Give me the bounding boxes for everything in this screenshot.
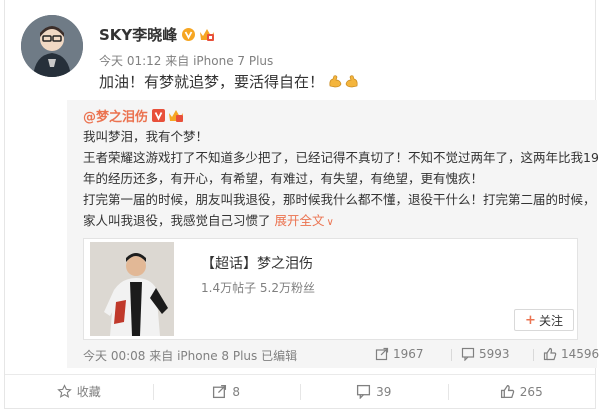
original-post-meta: 今天 00:08 来自 iPhone 8 Plus 已编辑	[83, 347, 297, 364]
like-button[interactable]: 265	[447, 375, 596, 408]
like-count: 265	[519, 384, 543, 399]
topic-cover-image	[90, 242, 174, 336]
share-icon	[375, 347, 389, 361]
avatar-illustration-icon	[21, 15, 83, 77]
original-text-line: 打完第一届的时候，朋友叫我退役，那时候我什么都不懂，退役干什么！打完第二届的时候…	[83, 192, 596, 207]
post-text-content: 加油！有梦就追梦，要活得自在！	[99, 73, 325, 91]
favorite-label: 收藏	[76, 385, 101, 399]
repost-button[interactable]: 8	[152, 375, 301, 408]
reposted-post: @梦之泪伤 我叫梦泪，我有个梦！ 王者荣耀这游戏打了不知道多少把了，已经记得不真…	[67, 100, 599, 368]
original-post-time[interactable]: 今天 00:08	[83, 349, 145, 363]
post-meta: 今天 01:12 来自 iPhone 7 Plus	[99, 52, 273, 69]
share-icon	[213, 384, 227, 399]
action-bar: 收藏 8 39 265	[5, 374, 595, 408]
original-post-source[interactable]: iPhone 8 Plus	[177, 349, 257, 363]
original-post-text: 我叫梦泪，我有个梦！ 王者荣耀这游戏打了不知道多少把了，已经记得不真切了！不知不…	[83, 126, 599, 233]
member-level-badge-icon[interactable]	[198, 27, 216, 42]
super-topic-card[interactable]: 【超话】梦之泪伤 1.4万帖子 5.2万粉丝 + 关注	[83, 238, 578, 340]
member-level-badge-icon[interactable]	[168, 109, 184, 123]
weibo-post-card: SKY李晓峰 今天 01:12 来自 iPhone 7 Plus 加油！有梦就追…	[4, 0, 599, 409]
divider	[533, 349, 534, 361]
post-time[interactable]: 今天 01:12	[99, 54, 161, 68]
original-like-count[interactable]: 14596	[543, 347, 599, 361]
edited-label[interactable]: 已编辑	[261, 349, 297, 363]
post-text: 加油！有梦就追梦，要活得自在！	[99, 71, 359, 92]
original-text-line: 王者荣耀这游戏打了不知道多少把了，已经记得不真切了！不知不觉过两年了，这两年比我…	[83, 150, 599, 165]
original-repost-count[interactable]: 1967	[375, 347, 424, 361]
original-text-line: 年的经历还多，有开心，有希望，有难过，有失望，有绝望，更有愧疚！	[83, 171, 484, 186]
comment-icon	[461, 347, 475, 361]
star-icon	[56, 384, 72, 398]
author-name[interactable]: SKY李晓峰	[99, 24, 177, 45]
follow-button[interactable]: + 关注	[514, 309, 574, 331]
favorite-button[interactable]: 收藏	[5, 375, 153, 408]
original-author-name[interactable]: @梦之泪伤	[83, 106, 148, 125]
original-text-line: 我叫梦泪，我有个梦！	[83, 129, 209, 144]
original-comment-count[interactable]: 5993	[461, 347, 510, 361]
chevron-down-icon: ∨	[326, 217, 334, 228]
verified-badge-icon	[182, 28, 196, 41]
thumbs-up-icon	[543, 347, 557, 361]
plus-icon: +	[525, 312, 536, 328]
muscle-emoji-icon	[328, 74, 359, 89]
original-post-footer: 今天 00:08 来自 iPhone 8 Plus 已编辑 1967 5993	[83, 346, 599, 364]
avatar[interactable]	[21, 15, 83, 77]
verified-badge-icon	[152, 109, 166, 122]
topic-title[interactable]: 【超话】梦之泪伤	[201, 253, 313, 273]
comment-button[interactable]: 39	[300, 375, 448, 408]
thumbs-up-icon	[500, 384, 515, 399]
comment-icon	[357, 384, 371, 399]
repost-count: 8	[232, 384, 241, 399]
post-source[interactable]: iPhone 7 Plus	[193, 54, 273, 68]
source-prefix: 来自	[165, 54, 190, 68]
topic-stats: 1.4万帖子 5.2万粉丝	[201, 281, 315, 295]
original-text-line: 家人叫我退役，我感觉自己习惯了	[83, 213, 271, 228]
comment-count: 39	[376, 384, 392, 399]
follow-label: 关注	[538, 313, 563, 328]
divider	[451, 349, 452, 361]
source-prefix: 来自	[149, 349, 174, 363]
expand-full-text-link[interactable]: 展开全文 ∨	[275, 213, 334, 228]
